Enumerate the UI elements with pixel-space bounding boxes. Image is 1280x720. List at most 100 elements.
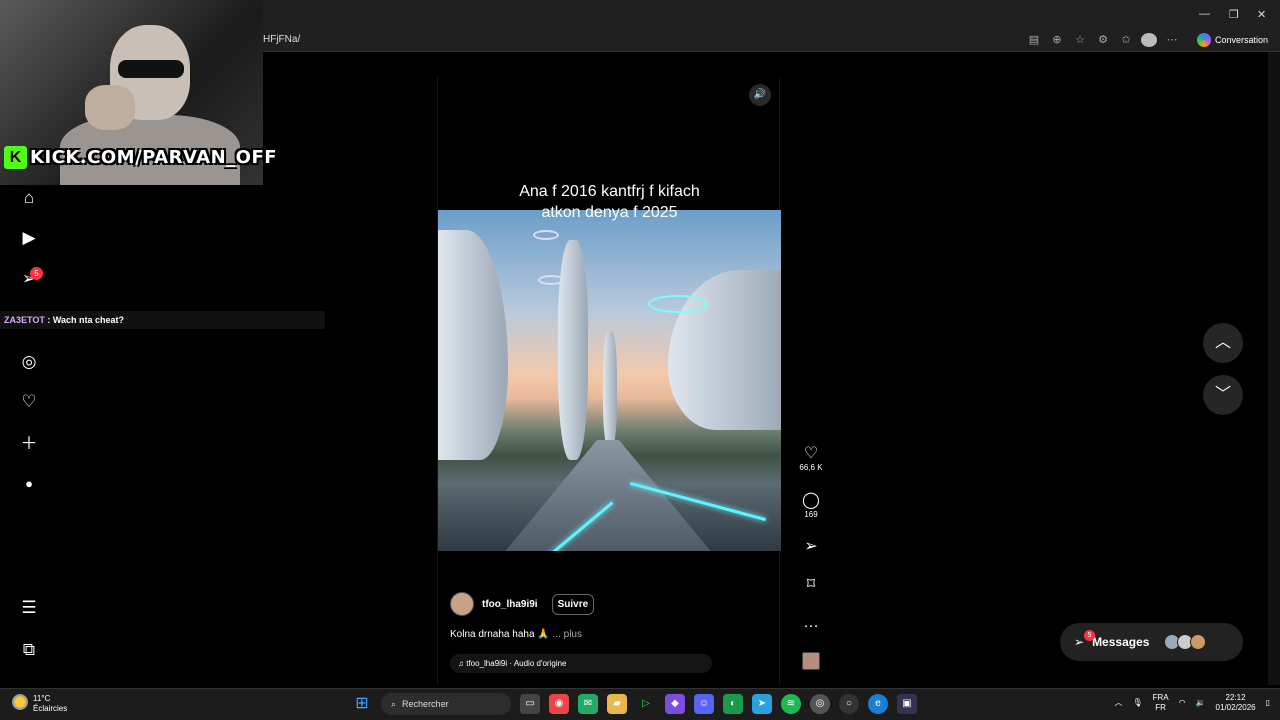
reader-icon[interactable]: ▤	[1026, 33, 1042, 47]
system-tray: ︿ 🎙 FRA FR ◠ 🔉 22:12 01/02/2026 ▯	[1114, 693, 1270, 713]
chat-text: : Wach nta cheat?	[44, 315, 125, 325]
profile-icon[interactable]	[1141, 33, 1157, 47]
minimize-icon[interactable]: —	[1199, 8, 1210, 20]
messages-button[interactable]: ➢ Messages	[1060, 623, 1243, 661]
favorites-icon[interactable]: ✩	[1118, 33, 1134, 47]
chrome-icon[interactable]: ◉	[549, 694, 569, 714]
telegram-icon[interactable]: ➤	[752, 694, 772, 714]
terminal-icon[interactable]: ▷	[636, 694, 656, 714]
comment-count: 169	[804, 510, 818, 519]
more-options-icon[interactable]: …	[797, 614, 825, 632]
more-link[interactable]: ... plus	[553, 629, 582, 640]
share-icon[interactable]: ➢	[797, 538, 825, 556]
app-icon[interactable]: ◎	[810, 694, 830, 714]
address-bar[interactable]: HFjFNa/	[263, 34, 300, 45]
task-view-icon[interactable]: ▭	[520, 694, 540, 714]
heart-icon[interactable]: ♡	[797, 445, 825, 463]
copilot-app-icon[interactable]: ◆	[665, 694, 685, 714]
drone	[648, 295, 708, 313]
kick-banner: K KICK.COM/PARVAN_OFF	[4, 145, 277, 169]
author-avatar[interactable]	[450, 592, 474, 616]
microphone-icon[interactable]: 🎙	[1132, 698, 1142, 708]
profile-avatar-icon[interactable]: ●	[19, 474, 39, 494]
copilot-button[interactable]: Conversation	[1196, 31, 1268, 49]
taskbar-search[interactable]: ⌕ Rechercher	[381, 693, 511, 715]
music-note-icon: ♫	[458, 659, 464, 668]
volume-icon[interactable]: 🔊	[749, 84, 771, 106]
audio-chip[interactable]: ♫ tfoo_lha9i9i · Audio d'origine	[450, 654, 712, 673]
search-icon: ⌕	[391, 699, 397, 709]
copilot-icon	[1196, 33, 1211, 47]
more-options[interactable]: …	[797, 614, 825, 632]
mail-icon[interactable]: ✉	[578, 694, 598, 714]
streamer-hand	[85, 85, 135, 130]
previous-reel-button[interactable]: ︿	[1203, 323, 1243, 363]
favorite-star-icon[interactable]: ☆	[1072, 33, 1088, 47]
chat-username: ZA3ETOT	[4, 315, 45, 325]
extensions-icon[interactable]: ⚙	[1095, 33, 1111, 47]
clock-time: 22:12	[1225, 693, 1246, 702]
follow-button[interactable]: Suivre	[551, 593, 595, 615]
lang-bottom: FR	[1155, 703, 1166, 712]
notification-center-icon[interactable]: ▯	[1266, 698, 1270, 708]
weather-icon	[12, 694, 28, 710]
audio-thumbnail[interactable]	[802, 652, 820, 670]
lang-top: FRA	[1152, 693, 1169, 702]
chevron-up-icon: ︿	[1214, 334, 1231, 351]
volume-tray-icon[interactable]: 🔉	[1196, 698, 1206, 708]
clock[interactable]: 22:12 01/02/2026	[1216, 693, 1256, 713]
weather-condition: Éclaircies	[33, 704, 68, 713]
reel-video-frame[interactable]	[438, 210, 781, 551]
spotify-icon[interactable]: ≋	[781, 694, 801, 714]
game-app-icon[interactable]: ◐	[723, 694, 743, 714]
tray-chevron-icon[interactable]: ︿	[1114, 698, 1122, 708]
like-action[interactable]: ♡ 66,6 K	[797, 445, 825, 472]
comment-action[interactable]: ◯ 169	[797, 492, 825, 519]
messages-label: Messages	[1092, 635, 1150, 649]
bookmark-icon[interactable]: ⌑	[797, 576, 825, 594]
close-icon[interactable]: ✕	[1257, 8, 1266, 21]
drone	[533, 230, 559, 240]
reel-caption: Ana f 2016 kantfrj f kifach atkon denya …	[438, 181, 781, 223]
windows-taskbar: 11°C Éclaircies ⊞ ⌕ Rechercher ▭ ◉ ✉ ▰ ▷…	[0, 688, 1280, 720]
description-text: Kolna drnaha haha 🙏	[450, 629, 550, 640]
windows-start-icon[interactable]: ⊞	[352, 694, 372, 714]
author-name[interactable]: tfoo_lha9i9i	[482, 599, 538, 610]
share-action[interactable]: ➢	[797, 538, 825, 556]
menu-icon[interactable]: ☰	[19, 598, 39, 618]
avatar	[1190, 634, 1207, 650]
caption-line-2: atkon denya f 2025	[541, 204, 678, 221]
next-reel-button[interactable]: ﹀	[1203, 375, 1243, 415]
restore-icon[interactable]: ❐	[1229, 8, 1239, 21]
kick-url: KICK.COM/PARVAN_OFF	[30, 146, 278, 168]
home-icon[interactable]: ⌂	[19, 188, 39, 208]
distant-tower	[603, 330, 617, 450]
edge-icon[interactable]: e	[868, 694, 888, 714]
caption-line-1: Ana f 2016 kantfrj f kifach	[519, 183, 700, 200]
page-scrollbar[interactable]	[1268, 52, 1280, 685]
discord-icon[interactable]: ☺	[694, 694, 714, 714]
obs-icon[interactable]: ○	[839, 694, 859, 714]
temperature: 11°C	[33, 694, 51, 703]
file-explorer-icon[interactable]: ▰	[607, 694, 627, 714]
more-icon[interactable]: ⋯	[1164, 33, 1180, 47]
apps-icon[interactable]: ⧉	[19, 640, 39, 660]
left-building	[438, 230, 508, 460]
futuristic-tower	[558, 240, 588, 460]
wifi-icon[interactable]: ◠	[1179, 698, 1186, 708]
comment-icon[interactable]: ◯	[797, 492, 825, 510]
notifications-heart-icon[interactable]: ♡	[19, 392, 39, 412]
weather-widget[interactable]: 11°C Éclaircies	[12, 694, 67, 714]
language-indicator[interactable]: FRA FR	[1153, 693, 1169, 713]
save-action[interactable]: ⌑	[797, 576, 825, 594]
reels-icon[interactable]: ▶	[19, 228, 39, 248]
explore-icon[interactable]: ◎	[19, 352, 39, 372]
reel-description: Kolna drnaha haha 🙏 ... plus	[450, 629, 582, 640]
app-icon[interactable]: ▣	[897, 694, 917, 714]
streamer-glasses	[118, 60, 184, 78]
reel-player[interactable]: 🔊 Ana f 2016 kantfrj f kifach atkon deny…	[437, 77, 781, 685]
right-building	[668, 270, 781, 430]
zoom-icon[interactable]: ⊕	[1049, 33, 1065, 47]
create-icon[interactable]: ＋	[19, 434, 39, 454]
taskbar-apps: ⊞ ⌕ Rechercher ▭ ◉ ✉ ▰ ▷ ◆ ☺ ◐ ➤ ≋ ◎ ○ e…	[352, 693, 917, 715]
